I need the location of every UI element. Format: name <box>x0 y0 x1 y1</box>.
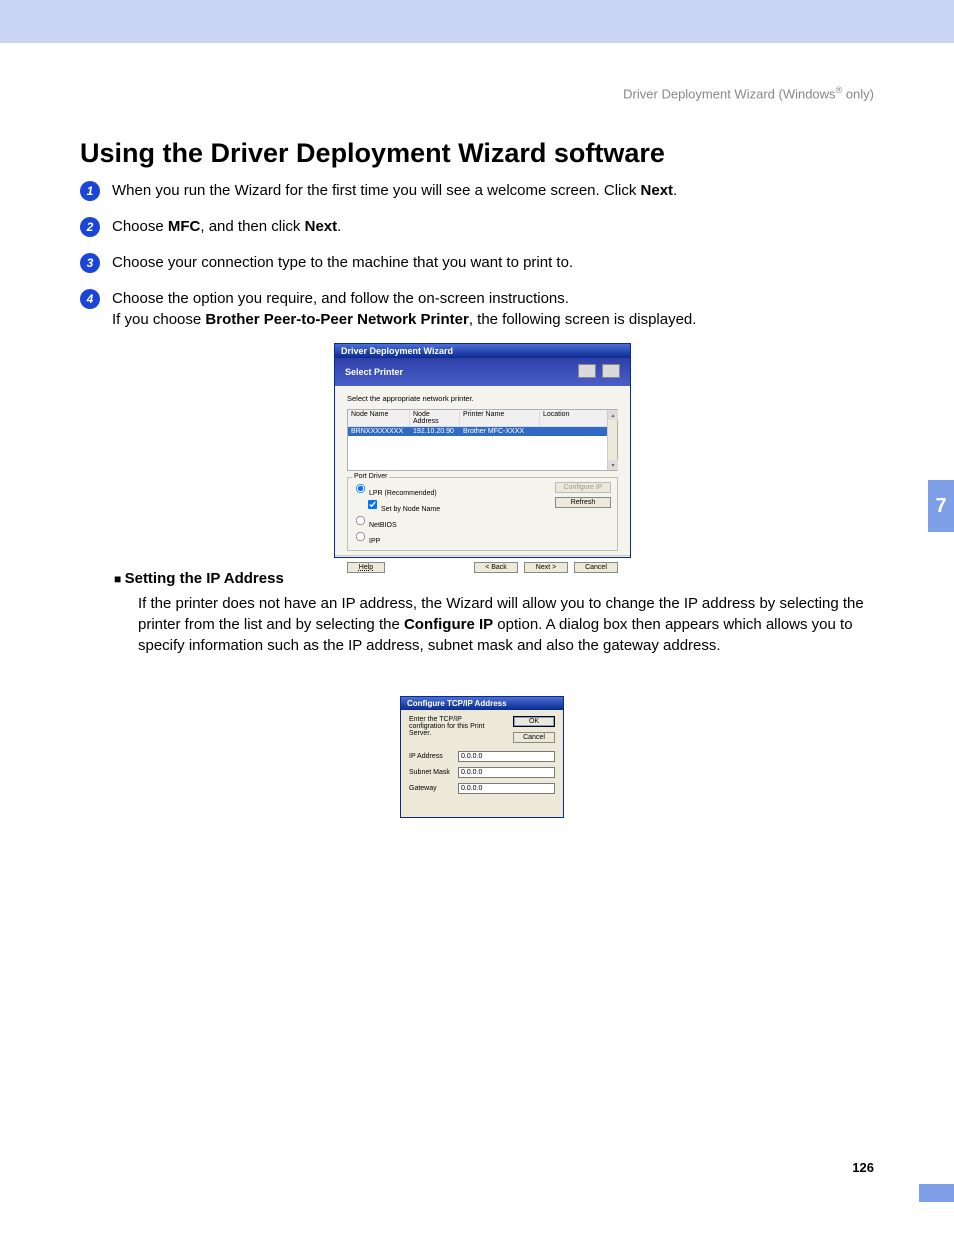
ip-address-label: IP Address <box>409 753 458 760</box>
col-loc[interactable]: Location <box>540 410 617 427</box>
configure-ip-button[interactable]: Configure IP <box>555 482 611 493</box>
chapter-tab: 7 <box>928 480 954 532</box>
bold: MFC <box>168 218 201 235</box>
port-options: LPR (Recommended) Set by Node Name NetBI… <box>354 482 440 546</box>
scroll-down-icon[interactable]: ▾ <box>608 460 618 470</box>
label: LPR (Recommended) <box>369 490 437 497</box>
checkbox-setby-input[interactable] <box>368 500 377 509</box>
text: , the following screen is displayed. <box>469 311 697 328</box>
cell-addr: 192.10.20.90 <box>410 427 460 436</box>
radio-lpr-input[interactable] <box>356 484 365 493</box>
cell-pname: Brother MFC-XXXX <box>460 427 540 436</box>
steps-list: 1 When you run the Wizard for the first … <box>80 180 880 345</box>
page-number-tab <box>919 1184 954 1202</box>
step-2: 2 Choose MFC, and then click Next. <box>80 216 880 237</box>
step-1: 1 When you run the Wizard for the first … <box>80 180 880 201</box>
step-number-icon: 4 <box>80 289 100 309</box>
gateway-input[interactable] <box>458 783 555 794</box>
ip-dialog-buttons: OK Cancel <box>513 716 555 743</box>
ip-dialog-body: Enter the TCP/IP configration for this P… <box>401 710 563 749</box>
subnet-label: Subnet Mask <box>409 769 458 776</box>
select-hint: Select the appropriate network printer. <box>347 394 618 403</box>
radio-netbios[interactable]: NetBIOS <box>354 514 440 530</box>
bold: Next <box>641 182 674 199</box>
text: Choose the option you require, and follo… <box>112 290 569 307</box>
top-band <box>0 0 954 43</box>
subnet-input[interactable] <box>458 767 555 778</box>
gateway-row: Gateway <box>409 783 555 794</box>
port-buttons: Configure IP Refresh <box>555 482 611 546</box>
col-addr[interactable]: Node Address <box>410 410 460 427</box>
wizard-subtitle: Select Printer <box>345 367 403 377</box>
label: Set by Node Name <box>381 506 440 513</box>
port-legend: Port Driver <box>352 473 389 480</box>
wizard-title-bar: Driver Deployment Wizard <box>335 344 630 358</box>
printer-icon <box>578 364 596 378</box>
bold: Configure IP <box>404 616 493 633</box>
refresh-button[interactable]: Refresh <box>555 497 611 508</box>
breadcrumb-suffix: only) <box>842 86 874 101</box>
text: . <box>337 218 341 235</box>
step-text: Choose MFC, and then click Next. <box>112 216 341 237</box>
checkbox-setby[interactable]: Set by Node Name <box>366 498 440 514</box>
step-text: Choose your connection type to the machi… <box>112 252 573 273</box>
text: Choose your connection type to the machi… <box>112 254 573 271</box>
printer-icon <box>602 364 620 378</box>
text: Choose <box>112 218 168 235</box>
header-breadcrumb: Driver Deployment Wizard (Windows® only) <box>623 85 874 101</box>
gateway-label: Gateway <box>409 785 458 792</box>
wizard-subtitle-bar: Select Printer <box>335 358 630 386</box>
wizard-body: Select the appropriate network printer. … <box>335 386 630 555</box>
step-3: 3 Choose your connection type to the mac… <box>80 252 880 273</box>
ip-fields: IP Address Subnet Mask Gateway <box>401 749 563 807</box>
text: . <box>673 182 677 199</box>
step-number-icon: 2 <box>80 217 100 237</box>
cancel-button[interactable]: Cancel <box>513 732 555 743</box>
page-number: 126 <box>852 1160 874 1175</box>
cell-node: BRNXXXXXXXX <box>348 427 410 436</box>
col-pname[interactable]: Printer Name <box>460 410 540 427</box>
port-driver-group: Port Driver LPR (Recommended) Set by Nod… <box>347 477 618 551</box>
step-number-icon: 1 <box>80 181 100 201</box>
scrollbar[interactable]: ▴ ▾ <box>607 410 617 470</box>
wizard-dialog: Driver Deployment Wizard Select Printer … <box>334 343 631 558</box>
radio-ipp[interactable]: IPP <box>354 530 440 546</box>
ok-button[interactable]: OK <box>513 716 555 727</box>
ip-dialog-hint: Enter the TCP/IP configration for this P… <box>409 716 497 743</box>
breadcrumb-prefix: Driver Deployment Wizard (Windows <box>623 86 835 101</box>
text: , and then click <box>200 218 304 235</box>
subsection-heading: Setting the IP Address <box>114 570 874 587</box>
radio-lpr[interactable]: LPR (Recommended) <box>354 482 440 498</box>
subsection-body: If the printer does not have an IP addre… <box>138 593 874 656</box>
ip-address-row: IP Address <box>409 751 555 762</box>
subsection: Setting the IP Address If the printer do… <box>114 570 874 656</box>
subnet-row: Subnet Mask <box>409 767 555 778</box>
label: IPP <box>369 538 380 545</box>
label: NetBIOS <box>369 522 397 529</box>
printer-row[interactable]: BRNXXXXXXXX 192.10.20.90 Brother MFC-XXX… <box>348 427 617 436</box>
printer-list-header: Node Name Node Address Printer Name Loca… <box>348 410 617 427</box>
cell-loc <box>540 427 617 436</box>
step-text: When you run the Wizard for the first ti… <box>112 180 677 201</box>
step-number-icon: 3 <box>80 253 100 273</box>
col-node[interactable]: Node Name <box>348 410 410 427</box>
step-4: 4 Choose the option you require, and fol… <box>80 288 880 330</box>
bold: Brother Peer-to-Peer Network Printer <box>205 311 468 328</box>
printer-icons <box>575 364 620 380</box>
text: When you run the Wizard for the first ti… <box>112 182 641 199</box>
page-title: Using the Driver Deployment Wizard softw… <box>80 138 665 169</box>
step-text: Choose the option you require, and follo… <box>112 288 696 330</box>
ip-dialog-title: Configure TCP/IP Address <box>401 697 563 710</box>
text: If you choose <box>112 311 205 328</box>
ip-dialog: Configure TCP/IP Address Enter the TCP/I… <box>400 696 564 818</box>
radio-ipp-input[interactable] <box>356 532 365 541</box>
printer-list[interactable]: Node Name Node Address Printer Name Loca… <box>347 409 618 471</box>
bold: Next <box>305 218 338 235</box>
ip-address-input[interactable] <box>458 751 555 762</box>
radio-netbios-input[interactable] <box>356 516 365 525</box>
scroll-up-icon[interactable]: ▴ <box>608 410 618 420</box>
